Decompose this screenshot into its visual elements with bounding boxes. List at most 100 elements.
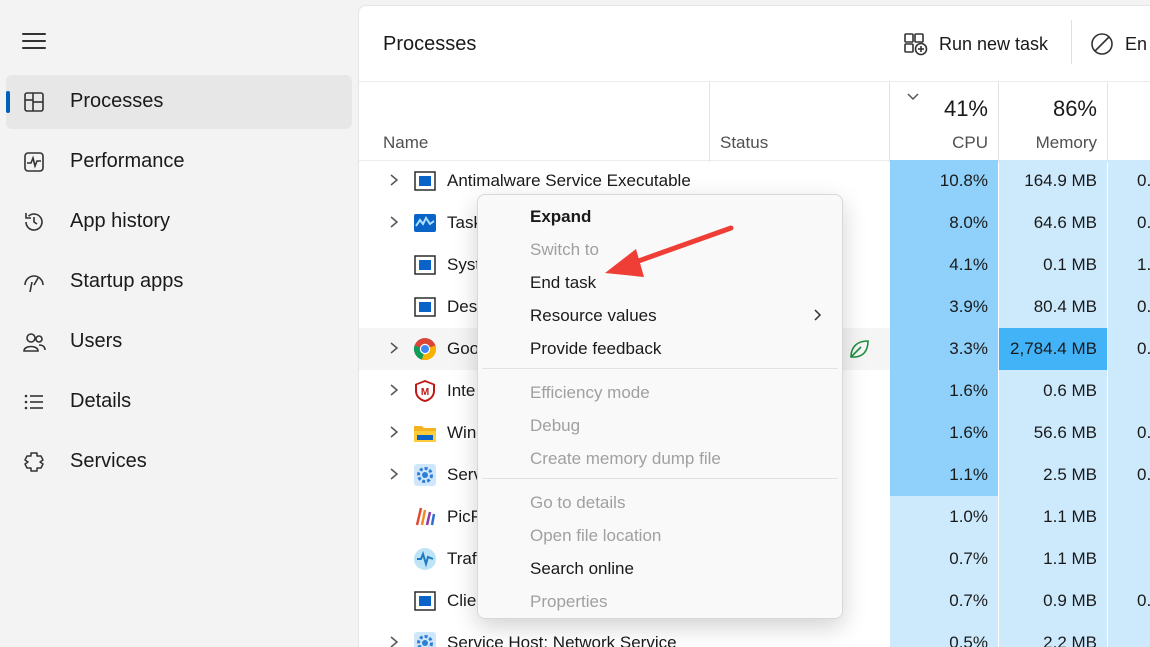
mcafee-icon: M bbox=[415, 380, 435, 402]
sidebar: Processes Performance App history Startu… bbox=[0, 0, 358, 647]
process-name: Des bbox=[447, 297, 478, 316]
menu-item-open-file-location: Open file location bbox=[482, 520, 838, 550]
sidebar-item-details[interactable]: Details bbox=[6, 375, 352, 429]
sort-chevron-down-icon bbox=[907, 93, 919, 101]
menu-item-label: Provide feedback bbox=[530, 339, 662, 358]
menu-item-label: Search online bbox=[530, 559, 634, 578]
menu-item-go-to-details: Go to details bbox=[482, 487, 838, 517]
disk-cell bbox=[1108, 538, 1150, 580]
task-manager-icon bbox=[414, 214, 436, 232]
disk-cell: 0. bbox=[1108, 202, 1150, 244]
sidebar-item-label: Services bbox=[70, 450, 147, 472]
run-new-task-icon bbox=[904, 33, 928, 56]
table-row[interactable]: Service Host: Network Service 0.5% 2.2 MB bbox=[359, 622, 1150, 647]
cpu-cell: 1.6% bbox=[890, 370, 998, 412]
sidebar-item-startup-apps[interactable]: Startup apps bbox=[6, 255, 352, 309]
services-icon bbox=[24, 452, 44, 472]
menu-item-expand[interactable]: Expand bbox=[482, 201, 838, 231]
gear-icon bbox=[414, 464, 436, 486]
disk-cell: 0. bbox=[1108, 454, 1150, 496]
memory-total-percent: 86% bbox=[1052, 96, 1097, 121]
disk-cell bbox=[1108, 496, 1150, 538]
cpu-cell: 3.9% bbox=[890, 286, 998, 328]
menu-item-label: End task bbox=[530, 273, 597, 292]
sidebar-item-services[interactable]: Services bbox=[6, 435, 352, 489]
cpu-cell: 1.6% bbox=[890, 412, 998, 454]
disk-cell: 0. bbox=[1108, 286, 1150, 328]
memory-cell: 0.6 MB bbox=[999, 370, 1107, 412]
end-task-icon bbox=[1091, 33, 1113, 55]
end-task-button[interactable]: En bbox=[1089, 28, 1147, 60]
chevron-right-icon[interactable] bbox=[387, 424, 401, 440]
menu-item-provide-feedback[interactable]: Provide feedback bbox=[482, 333, 838, 363]
disk-cell: 0. bbox=[1108, 160, 1150, 202]
chevron-right-icon[interactable] bbox=[387, 172, 401, 188]
menu-item-end-task[interactable]: End task bbox=[482, 267, 838, 297]
cpu-cell: 1.0% bbox=[890, 496, 998, 538]
sidebar-item-label: App history bbox=[70, 210, 171, 232]
menu-item-search-online[interactable]: Search online bbox=[482, 553, 838, 583]
menu-item-label: Properties bbox=[530, 592, 608, 611]
memory-cell: 80.4 MB bbox=[999, 286, 1107, 328]
chevron-right-icon bbox=[814, 309, 822, 321]
process-name: Clie bbox=[447, 591, 477, 610]
sidebar-item-processes[interactable]: Processes bbox=[6, 75, 352, 129]
menu-item-debug: Debug bbox=[482, 410, 838, 440]
app-window-icon bbox=[414, 171, 436, 191]
menu-item-label: Open file location bbox=[530, 526, 662, 545]
chevron-right-icon[interactable] bbox=[387, 214, 401, 230]
table-header: Name Status 41% CPU 86% Memory bbox=[359, 81, 1150, 162]
menu-item-label: Resource values bbox=[530, 306, 657, 325]
cpu-total-percent: 41% bbox=[943, 96, 988, 121]
page-title: Processes bbox=[383, 33, 477, 55]
sidebar-item-performance[interactable]: Performance bbox=[6, 135, 352, 189]
users-icon bbox=[23, 333, 46, 352]
cpu-cell: 4.1% bbox=[890, 244, 998, 286]
gear-icon bbox=[414, 632, 436, 647]
disk-cell: 1. bbox=[1108, 244, 1150, 286]
chevron-right-icon[interactable] bbox=[387, 466, 401, 482]
cpu-cell: 1.1% bbox=[890, 454, 998, 496]
memory-cell: 2.5 MB bbox=[999, 454, 1107, 496]
hamburger-menu-icon[interactable] bbox=[22, 30, 46, 50]
sidebar-item-users[interactable]: Users bbox=[6, 315, 352, 369]
menu-item-resource-values[interactable]: Resource values bbox=[482, 300, 838, 330]
chevron-right-icon[interactable] bbox=[387, 340, 401, 356]
sidebar-item-app-history[interactable]: App history bbox=[6, 195, 352, 249]
column-divider[interactable] bbox=[1107, 82, 1108, 162]
disk-cell bbox=[1108, 370, 1150, 412]
disk-cell: 0. bbox=[1108, 328, 1150, 370]
svg-text:M: M bbox=[421, 387, 429, 398]
column-header-memory[interactable]: 86% Memory bbox=[999, 82, 1107, 162]
app-window-icon bbox=[414, 591, 436, 611]
column-header-name[interactable]: Name bbox=[359, 82, 709, 162]
menu-divider bbox=[482, 368, 838, 369]
memory-cell: 64.6 MB bbox=[999, 202, 1107, 244]
app-window-icon bbox=[414, 255, 436, 275]
end-task-label: En bbox=[1125, 33, 1148, 54]
column-header-status[interactable]: Status bbox=[710, 82, 890, 162]
process-name: Antimalware Service Executable bbox=[447, 171, 691, 190]
menu-item-label: Go to details bbox=[530, 493, 626, 512]
efficiency-leaf-icon bbox=[850, 340, 869, 358]
chevron-right-icon[interactable] bbox=[387, 382, 401, 398]
menu-item-label: Expand bbox=[530, 207, 592, 226]
process-name: Service Host: Network Service bbox=[447, 633, 677, 647]
process-name: Goo bbox=[447, 339, 480, 358]
memory-cell: 1.1 MB bbox=[999, 496, 1107, 538]
column-header-cpu[interactable]: 41% CPU bbox=[890, 82, 998, 162]
run-new-task-button[interactable]: Run new task bbox=[903, 28, 1048, 60]
performance-icon bbox=[24, 152, 44, 172]
traffic-monitor-icon bbox=[414, 548, 436, 570]
details-icon bbox=[24, 394, 43, 410]
folder-icon bbox=[414, 426, 436, 442]
picpick-icon bbox=[415, 507, 436, 526]
chevron-right-icon[interactable] bbox=[387, 634, 401, 647]
cpu-cell: 10.8% bbox=[890, 160, 998, 202]
sidebar-item-label: Processes bbox=[70, 90, 164, 112]
cpu-cell: 0.5% bbox=[890, 622, 998, 647]
menu-item-properties: Properties bbox=[482, 586, 838, 616]
menu-item-create-memory-dump: Create memory dump file bbox=[482, 443, 838, 473]
sidebar-item-label: Performance bbox=[70, 150, 185, 172]
memory-cell: 56.6 MB bbox=[999, 412, 1107, 454]
